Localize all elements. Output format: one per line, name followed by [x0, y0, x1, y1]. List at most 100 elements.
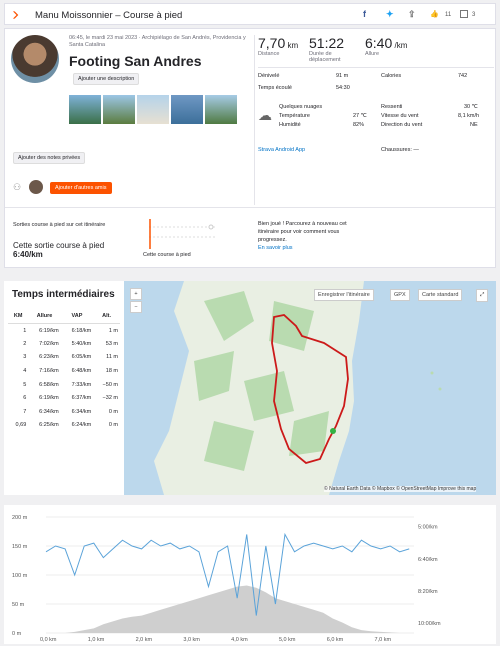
route-chart-label: Cette course à pied: [143, 252, 191, 258]
temperature-label: Température: [279, 113, 310, 119]
group-icon: ⚇: [13, 182, 22, 192]
fullscreen-icon[interactable]: ⤢: [476, 289, 489, 302]
photo-thumbnail[interactable]: [171, 95, 203, 124]
map-style-select[interactable]: Carte standard: [418, 289, 463, 301]
table-cell: 2: [23, 340, 27, 347]
table-cell: 6:24/km: [71, 422, 92, 429]
wind-direction-label: Direction du vent: [381, 122, 423, 128]
splits-column-header: KM: [8, 309, 29, 324]
route-this-run-label: Cette sortie course à pied: [13, 241, 105, 250]
table-row: 5 6:58/km 7:33/km −50 m: [8, 378, 120, 392]
photo-thumbnail[interactable]: [205, 95, 237, 124]
route-message: Bien joué ! Parcourez à nouveau cet itin…: [258, 221, 347, 243]
table-cell: 3: [23, 354, 27, 361]
table-cell: −32 m: [102, 395, 118, 402]
table-cell: 0 m: [108, 422, 118, 429]
table-cell: 6: [23, 395, 27, 402]
table-cell: 6:05/km: [71, 354, 92, 361]
x-tick-label: 3,0 km: [183, 637, 200, 643]
y2-tick-label: 5:00/km: [418, 525, 438, 531]
table-row: 0,69 6:25/km 6:24/km 0 m: [8, 419, 120, 433]
table-cell: 4: [23, 368, 27, 375]
table-row: 3 6:23/km 6:05/km 11 m: [8, 351, 120, 365]
photo-thumbnail[interactable]: [137, 95, 169, 124]
activity-title: Footing San Andres: [69, 53, 202, 69]
table-cell: 6:37/km: [71, 395, 92, 402]
divider: [254, 35, 255, 205]
save-route-button[interactable]: Enregistrer l'itinéraire: [314, 289, 374, 301]
table-row: 2 7:02/km 5:40/km 53 m: [8, 337, 120, 351]
facebook-icon[interactable]: f: [363, 9, 366, 19]
humidity-value: 82%: [353, 122, 365, 128]
calories-label: Calories: [381, 73, 402, 79]
route-map[interactable]: + − Enregistrer l'itinéraire GPX Carte s…: [124, 281, 496, 495]
cloud-icon: ☁: [258, 107, 272, 123]
private-notes-button[interactable]: Ajouter des notes privées: [13, 152, 86, 164]
feels-like-value: 30 ℃: [464, 104, 478, 110]
elapsed-time-label: Temps écoulé: [258, 85, 292, 91]
table-cell: 5: [23, 381, 27, 388]
y-tick-label: 200 m: [12, 515, 28, 521]
table-row: 1 6:19/km 6:18/km 1 m: [8, 324, 120, 338]
elevation-value: 91 m: [336, 73, 349, 79]
map-attribution: © Natural Earth Data © Mapbox © OpenStre…: [324, 486, 477, 492]
strava-chevron-icon[interactable]: [12, 10, 21, 20]
x-tick-label: 0,0 km: [40, 637, 57, 643]
table-cell: 6:48/km: [71, 368, 92, 375]
x-tick-label: 6,0 km: [327, 637, 344, 643]
activity-card: 06:45, le mardi 23 mai 2023 · Archipiéla…: [4, 28, 496, 268]
add-description-button[interactable]: Ajouter une description: [73, 73, 140, 85]
device-link[interactable]: Strava Android App: [258, 147, 305, 153]
table-cell: 5:40/km: [71, 340, 92, 347]
photo-thumbnail[interactable]: [103, 95, 135, 124]
learn-more-link[interactable]: En savoir plus: [258, 245, 293, 251]
temperature-value: 27 ℃: [353, 113, 367, 119]
wind-speed-value: 8,1 km/h: [458, 113, 480, 119]
table-cell: 0,69: [15, 422, 27, 429]
table-cell: 6:58/km: [39, 381, 59, 388]
elevation-area: [46, 585, 410, 633]
wind-speed-label: Vitesse du vent: [381, 113, 419, 119]
table-cell: 7: [23, 408, 27, 415]
divider: [5, 207, 495, 208]
table-cell: 6:23/km: [39, 354, 59, 361]
twitter-icon[interactable]: ✦: [386, 9, 394, 20]
photo-thumbnail[interactable]: [69, 95, 101, 124]
route-comparison-chart: [149, 219, 217, 249]
wind-direction-value: NE: [470, 122, 478, 128]
avatar[interactable]: [11, 35, 59, 83]
splits-title: Temps intermédiaires: [12, 289, 115, 300]
table-row: 4 7:16/km 6:48/km 18 m: [8, 364, 120, 378]
y-tick-label: 0 m: [12, 631, 22, 637]
table-cell: −50 m: [102, 381, 118, 388]
zoom-in-button[interactable]: +: [130, 288, 142, 300]
y-tick-label: 50 m: [12, 602, 25, 608]
table-cell: 1 m: [108, 327, 118, 334]
divider: [258, 67, 494, 68]
table-cell: 7:02/km: [39, 340, 59, 347]
kudos-count: 11: [445, 12, 452, 18]
table-cell: 6:34/km: [71, 408, 92, 415]
humidity-label: Humidité: [279, 122, 301, 128]
calories-value: 742: [458, 73, 468, 79]
x-tick-label: 4,0 km: [231, 637, 248, 643]
zoom-out-button[interactable]: −: [130, 301, 142, 313]
gpx-button[interactable]: GPX: [390, 289, 410, 301]
table-cell: 7:16/km: [39, 368, 59, 375]
kudos-icon[interactable]: 👍: [430, 10, 439, 18]
comment-icon[interactable]: [460, 10, 468, 18]
x-tick-label: 7,0 km: [375, 637, 392, 643]
x-tick-label: 1,0 km: [88, 637, 105, 643]
map-land: [154, 281, 442, 495]
add-friends-button[interactable]: Ajouter d'autres amis: [50, 182, 112, 194]
elevation-pace-chart: 0 m 50 m 100 m 150 m 200 m 10:00/km 8:20/km 6:4…: [4, 505, 496, 644]
x-tick-label: 5,0 km: [279, 637, 296, 643]
table-cell: 6:19/km: [39, 395, 59, 402]
route-efforts-label: Sorties course à pied sur cet itinéraire: [13, 222, 106, 228]
route-pace: 6:40/km: [13, 250, 43, 259]
avatar[interactable]: [29, 180, 43, 194]
table-cell: 6:25/km: [39, 422, 59, 429]
table-cell: 6:18/km: [71, 327, 92, 334]
share-icon[interactable]: ⇪: [408, 9, 416, 20]
table-cell: 7:33/km: [71, 381, 92, 388]
